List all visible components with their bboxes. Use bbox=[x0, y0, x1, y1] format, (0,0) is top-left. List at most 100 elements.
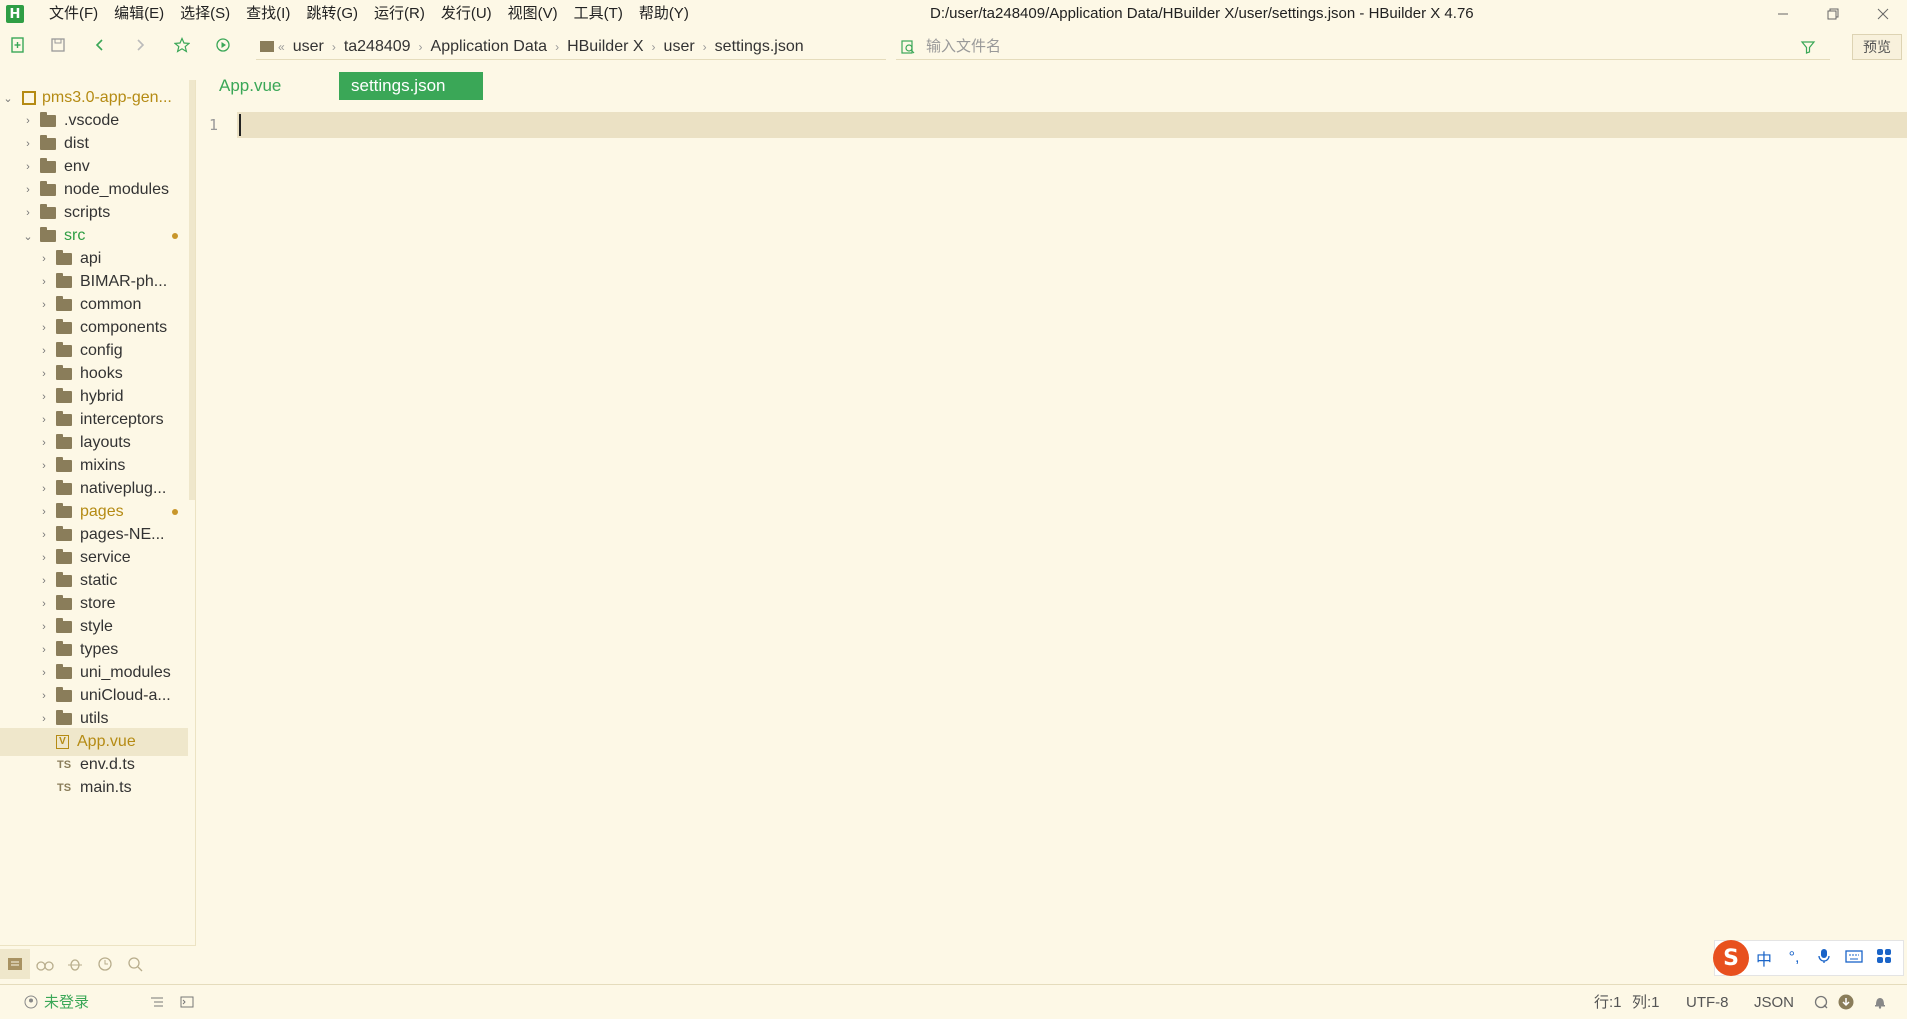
tree-item-label: pages bbox=[80, 503, 124, 520]
menu-item[interactable]: 编辑(E) bbox=[106, 0, 172, 28]
minimize-button[interactable] bbox=[1760, 0, 1806, 28]
folder-icon bbox=[56, 618, 72, 633]
ts-file-icon: TS bbox=[56, 759, 72, 771]
tree-item-label: layouts bbox=[80, 434, 131, 451]
breadcrumb-separator-icon: › bbox=[331, 39, 336, 54]
tree-item-label: service bbox=[80, 549, 131, 566]
outline-icon[interactable] bbox=[150, 985, 164, 1019]
menu-bar: 文件(F) 编辑(E) 选择(S) 查找(I) 跳转(G) 运行(R) 发行(U) 视图(V)… bbox=[41, 0, 697, 28]
tree-item-label: dist bbox=[64, 135, 89, 152]
chevron-right-icon: › bbox=[42, 644, 46, 656]
chevron-right-icon: › bbox=[26, 138, 30, 150]
folder-icon bbox=[56, 342, 72, 357]
folder-icon bbox=[56, 319, 72, 334]
file-search bbox=[896, 34, 1830, 60]
star-icon[interactable] bbox=[172, 35, 192, 55]
notification-bell-icon[interactable] bbox=[1874, 985, 1886, 1019]
microphone-icon[interactable] bbox=[1809, 948, 1839, 969]
save-icon[interactable] bbox=[48, 35, 68, 55]
breadcrumb-prefix[interactable]: « bbox=[274, 40, 289, 54]
code-editor[interactable]: 1 bbox=[197, 110, 1907, 980]
tree-item-label: hybrid bbox=[80, 388, 124, 405]
ts-file-icon: TS bbox=[56, 782, 72, 794]
source-control-icon[interactable] bbox=[90, 949, 120, 979]
run-icon[interactable] bbox=[213, 35, 233, 55]
menu-item[interactable]: 选择(S) bbox=[172, 0, 238, 28]
menu-item[interactable]: 发行(U) bbox=[433, 0, 500, 28]
menu-item[interactable]: 跳转(G) bbox=[298, 0, 366, 28]
menu-item[interactable]: 视图(V) bbox=[500, 0, 566, 28]
encoding[interactable]: UTF-8 bbox=[1686, 985, 1729, 1019]
breadcrumb-item[interactable]: user bbox=[289, 38, 328, 56]
breadcrumb-item[interactable]: user bbox=[660, 38, 699, 56]
chevron-right-icon: › bbox=[42, 253, 46, 265]
breadcrumb: « user › ta248409 › Application Data › HBuilde… bbox=[256, 34, 886, 60]
ime-mode-toggle[interactable]: 中 bbox=[1749, 946, 1779, 970]
tree-item-label: mixins bbox=[80, 457, 126, 474]
search-view-icon[interactable] bbox=[120, 949, 150, 979]
tree-item-label: static bbox=[80, 572, 118, 589]
project-icon bbox=[22, 91, 36, 105]
plugin-view-icon[interactable] bbox=[30, 949, 60, 979]
back-icon[interactable] bbox=[90, 35, 110, 55]
tab-settings-json[interactable]: settings.json bbox=[339, 72, 483, 100]
debug-view-icon[interactable] bbox=[60, 949, 90, 979]
folder-icon bbox=[56, 250, 72, 265]
restore-icon bbox=[1827, 8, 1839, 20]
chevron-right-icon: › bbox=[42, 299, 46, 311]
login-status[interactable]: 未登录 bbox=[44, 985, 89, 1019]
menu-item[interactable]: 运行(R) bbox=[366, 0, 433, 28]
chevron-right-icon: › bbox=[42, 552, 46, 564]
new-file-icon[interactable] bbox=[8, 35, 28, 55]
tab-app-vue[interactable]: App.vue bbox=[207, 72, 293, 100]
chevron-down-icon: ⌄ bbox=[23, 230, 33, 243]
chevron-right-icon: › bbox=[42, 391, 46, 403]
menu-item[interactable]: 工具(T) bbox=[566, 0, 631, 28]
sogou-logo-icon[interactable]: S bbox=[1713, 940, 1749, 976]
chevron-right-icon: › bbox=[42, 345, 46, 357]
folder-icon bbox=[56, 526, 72, 541]
cursor-col[interactable]: 列:1 bbox=[1632, 985, 1660, 1019]
tree-item-label: interceptors bbox=[80, 411, 164, 428]
restore-button[interactable] bbox=[1810, 0, 1856, 28]
forward-icon[interactable] bbox=[130, 35, 150, 55]
ime-punct-toggle[interactable]: °, bbox=[1779, 949, 1809, 967]
explorer-view-icon[interactable] bbox=[0, 948, 30, 979]
filter-icon[interactable] bbox=[1800, 39, 1816, 55]
title-bar: H 文件(F) 编辑(E) 选择(S) 查找(I) 跳转(G) 运行(R) 发行(U) 视图(… bbox=[0, 0, 1907, 28]
modified-indicator bbox=[172, 509, 178, 515]
menu-item[interactable]: 文件(F) bbox=[41, 0, 106, 28]
close-button[interactable] bbox=[1860, 0, 1906, 28]
explorer-scrollbar[interactable] bbox=[189, 80, 195, 500]
tree-item[interactable]: TS main.ts bbox=[0, 774, 188, 802]
tree-item-label: types bbox=[80, 641, 119, 658]
cursor-row[interactable]: 行:1 bbox=[1594, 985, 1622, 1019]
folder-icon bbox=[56, 664, 72, 679]
download-icon[interactable] bbox=[1838, 985, 1854, 1019]
menu-item[interactable]: 帮助(Y) bbox=[631, 0, 697, 28]
chevron-right-icon: › bbox=[42, 529, 46, 541]
feedback-icon[interactable] bbox=[1814, 985, 1828, 1019]
breadcrumb-separator-icon: › bbox=[702, 39, 707, 54]
project-explorer: ⌄ pms3.0-app-gen... › .vscode › dist › env › no… bbox=[0, 80, 196, 945]
line-number: 1 bbox=[209, 116, 219, 134]
folder-icon bbox=[56, 296, 72, 311]
breadcrumb-item[interactable]: ta248409 bbox=[340, 38, 415, 56]
folder-icon bbox=[56, 457, 72, 472]
toolbox-icon[interactable] bbox=[1869, 948, 1899, 969]
language-mode[interactable]: JSON bbox=[1754, 985, 1794, 1019]
folder-icon bbox=[40, 135, 56, 150]
tree-item-label: config bbox=[80, 342, 123, 359]
file-search-input[interactable] bbox=[926, 38, 1726, 55]
breadcrumb-item[interactable]: HBuilder X bbox=[563, 38, 647, 56]
preview-button[interactable]: 预览 bbox=[1852, 34, 1902, 60]
keyboard-icon[interactable] bbox=[1839, 949, 1869, 968]
terminal-icon[interactable] bbox=[180, 985, 194, 1019]
tree-item-label: api bbox=[80, 250, 102, 267]
menu-item[interactable]: 查找(I) bbox=[238, 0, 298, 28]
tree-item-label: uni_modules bbox=[80, 664, 171, 681]
breadcrumb-item[interactable]: settings.json bbox=[711, 38, 808, 56]
tree-item-label: store bbox=[80, 595, 116, 612]
tree-item-label: components bbox=[80, 319, 168, 336]
breadcrumb-item[interactable]: Application Data bbox=[427, 38, 552, 56]
